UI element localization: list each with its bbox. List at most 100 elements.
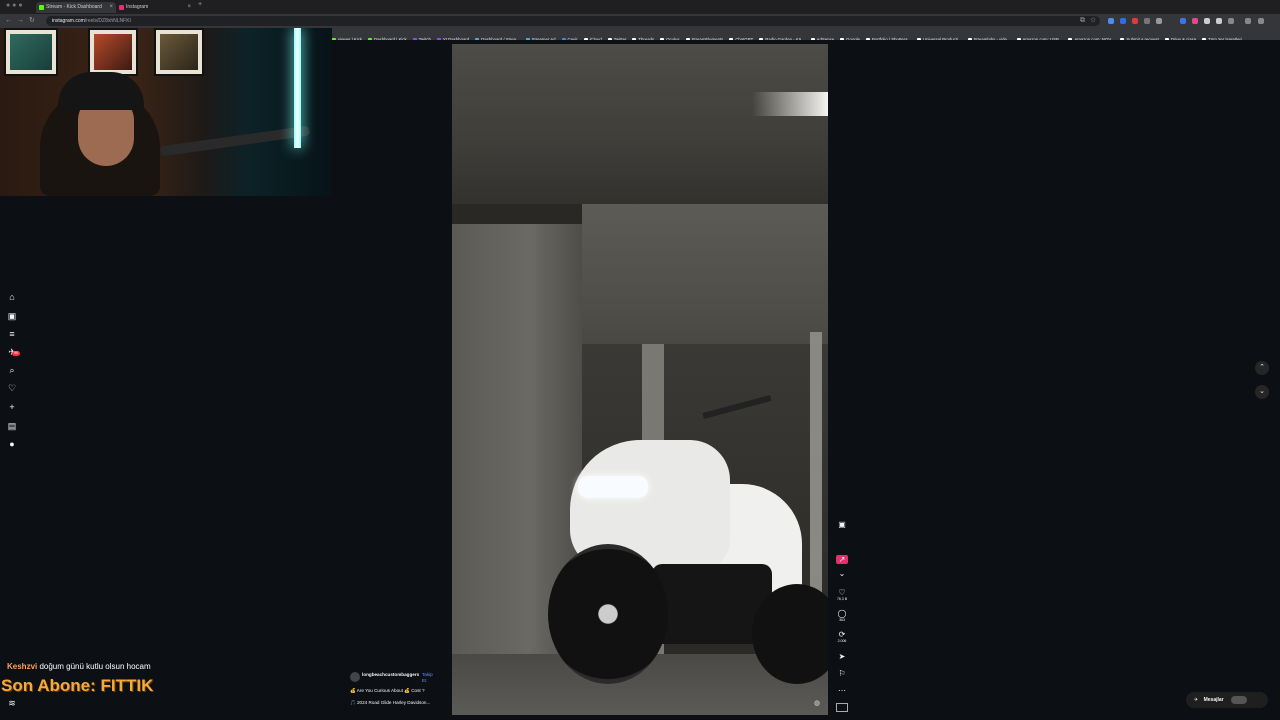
- reel-author-block: longbeachcustombaggers Takip Et 💰 Are Yo…: [350, 672, 446, 716]
- motorcycle-front-wheel: [548, 544, 668, 684]
- tab-instagram[interactable]: Instagram ×: [116, 2, 194, 13]
- sidebar-item-notifications[interactable]: ♡: [6, 382, 18, 394]
- bookmark-label: Dashboard / Strea...: [481, 37, 520, 40]
- mute-icon[interactable]: ◍: [814, 699, 820, 707]
- bookmark-label: Yt Dashboard: [442, 37, 470, 40]
- bookmark-label: Tüm Yer İşaretleri: [1208, 37, 1242, 40]
- forward-icon[interactable]: →: [17, 16, 24, 26]
- extension-icon[interactable]: [1216, 18, 1222, 24]
- previous-reel-button[interactable]: ⌃: [1255, 361, 1269, 375]
- comment-button[interactable]: ◯ 363: [836, 609, 848, 623]
- bookmark-item[interactable]: Drive & ciasa: [1164, 34, 1196, 40]
- bookmark-item[interactable]: iCloud: [583, 34, 602, 40]
- window-controls-icon[interactable]: ● ● ●: [6, 1, 23, 11]
- bookmark-item[interactable]: Çevir: [561, 34, 578, 40]
- bookmark-item[interactable]: Oculus: [660, 34, 680, 40]
- bookmark-star-icon[interactable]: ☆: [1090, 16, 1096, 26]
- bookmark-label: Çevir: [567, 37, 578, 40]
- bookmark-item[interactable]: Twitch: [412, 34, 431, 40]
- sidebar-item-profile[interactable]: ●: [6, 438, 18, 450]
- bookmark-item[interactable]: Yt Dashboard: [436, 34, 470, 40]
- chevron-down-icon[interactable]: ⌄: [836, 569, 848, 578]
- sidebar-item-reels[interactable]: ▣: [6, 310, 18, 322]
- tab-kick-dashboard[interactable]: Stream - Kick Dashboard ×: [36, 2, 116, 13]
- audio-thumbnail[interactable]: [836, 703, 848, 712]
- bookmark-item[interactable]: viewer | Kick: [332, 34, 362, 40]
- extension-icon[interactable]: [1144, 18, 1150, 24]
- menu-icon: ≡: [9, 329, 15, 339]
- bookmark-item[interactable]: Dashboard / Strea...: [475, 34, 520, 40]
- extension-icon[interactable]: [1204, 18, 1210, 24]
- bookmark-item[interactable]: Amazon.com: USB...: [1016, 34, 1062, 40]
- sidebar-item-dashboard[interactable]: ▤: [6, 420, 18, 432]
- share-button[interactable]: ➤: [836, 652, 848, 661]
- install-icon[interactable]: ⧉: [1080, 16, 1085, 26]
- bookmark-icon: [607, 37, 612, 40]
- new-tab-icon[interactable]: +: [198, 0, 202, 10]
- bookmark-item[interactable]: Amazon.com: NOV...: [1068, 34, 1114, 40]
- bookmark-icon: [685, 37, 690, 40]
- back-icon[interactable]: ←: [5, 16, 12, 26]
- extension-icon[interactable]: [1228, 18, 1234, 24]
- bookmark-label: Radio Garden - Kä...: [765, 37, 805, 40]
- bookmark-item[interactable]: Dashboard | Kick: [368, 34, 407, 40]
- bookmark-item[interactable]: Tüm Yer İşaretleri: [1202, 34, 1242, 40]
- reload-icon[interactable]: ↻: [29, 16, 35, 26]
- more-button[interactable]: ⋯: [836, 686, 848, 695]
- repost-button[interactable]: ⟳ 2.006: [836, 630, 848, 644]
- bookmark-item[interactable]: StreamElements: [685, 34, 723, 40]
- extension-icon[interactable]: [1180, 18, 1186, 24]
- bookmark-label: Amazon.com: NOV...: [1074, 37, 1115, 40]
- bookmark-item[interactable]: Submit a request: [1120, 34, 1159, 40]
- latest-subscriber: Son Abone: FITTIK: [1, 676, 154, 695]
- url-path: /reels/DZ8xhNLNFKI: [84, 18, 131, 24]
- sidebar-item-home[interactable]: ⌂: [6, 291, 18, 303]
- messages-button[interactable]: ✈ Mesajlar: [1186, 692, 1268, 708]
- bookmark-item[interactable]: Twitter: [607, 34, 626, 40]
- reel-audio[interactable]: 🎵 2024 Road Glide Harley Davidson...: [350, 699, 446, 706]
- sidebar-item-search[interactable]: ⌕: [6, 364, 18, 376]
- sidebar-item-create[interactable]: +: [6, 401, 18, 413]
- chevron-down-icon: ⌄: [1259, 388, 1265, 395]
- bookmark-label: AdSense: [816, 37, 835, 40]
- audio-icon[interactable]: ▣: [836, 520, 848, 529]
- trending-icon[interactable]: ↗: [836, 555, 848, 564]
- bookmark-item[interactable]: Radio Garden - Kä...: [759, 34, 805, 40]
- next-reel-button[interactable]: ⌄: [1255, 385, 1269, 399]
- bookmark-item[interactable]: Portfolio | Shuttera...: [865, 34, 911, 40]
- bookmark-icon: [865, 37, 870, 40]
- extension-icon[interactable]: [1192, 18, 1198, 24]
- sidebar-item-more[interactable]: ≋: [6, 697, 18, 709]
- close-icon[interactable]: ×: [187, 2, 191, 13]
- sidebar-item-menu[interactable]: ≡: [6, 328, 18, 340]
- bookmark-label: viewer | Kick: [338, 37, 363, 40]
- bookmark-icon: [729, 37, 734, 40]
- more-menu-icon[interactable]: [1258, 18, 1264, 24]
- bookmark-label: Streamer Ad: [531, 37, 556, 40]
- extension-icon[interactable]: [1108, 18, 1114, 24]
- follow-button[interactable]: Takip Et: [422, 672, 436, 684]
- bookmark-item[interactable]: Universal Producti...: [917, 34, 962, 40]
- bookmark-item[interactable]: Google: [840, 34, 860, 40]
- bookmark-item[interactable]: Streamlabs - vide...: [967, 34, 1011, 40]
- reel-caption[interactable]: 💰 Are You Curious About 💰 Cost ?: [350, 687, 446, 694]
- bookmark-item[interactable]: Threads: [632, 34, 654, 40]
- bookmark-item[interactable]: Streamer Ad: [525, 34, 556, 40]
- profile-icon[interactable]: [1245, 18, 1251, 24]
- bookmark-icon: [660, 37, 665, 40]
- author-username[interactable]: longbeachcustombaggers: [362, 672, 420, 678]
- bookmark-item[interactable]: ChatGPT: [729, 34, 753, 40]
- address-bar[interactable]: instagram.com/reels/DZ8xhNLNFKI: [46, 16, 1100, 26]
- extension-icon[interactable]: [1132, 18, 1138, 24]
- extension-icon[interactable]: [1120, 18, 1126, 24]
- like-count: 76,3 B: [836, 597, 848, 601]
- close-icon[interactable]: ×: [109, 2, 113, 13]
- like-button[interactable]: ♡ 76,3 B: [836, 588, 848, 602]
- bookmark-item[interactable]: AdSense: [810, 34, 835, 40]
- bookmark-label: Streamlabs - vide...: [973, 37, 1011, 40]
- save-button[interactable]: ⚐: [836, 669, 848, 678]
- reel-video[interactable]: ◍: [452, 44, 828, 715]
- extension-icon[interactable]: [1156, 18, 1162, 24]
- chevron-up-icon: ⌃: [1259, 364, 1265, 371]
- author-avatar[interactable]: [350, 672, 360, 682]
